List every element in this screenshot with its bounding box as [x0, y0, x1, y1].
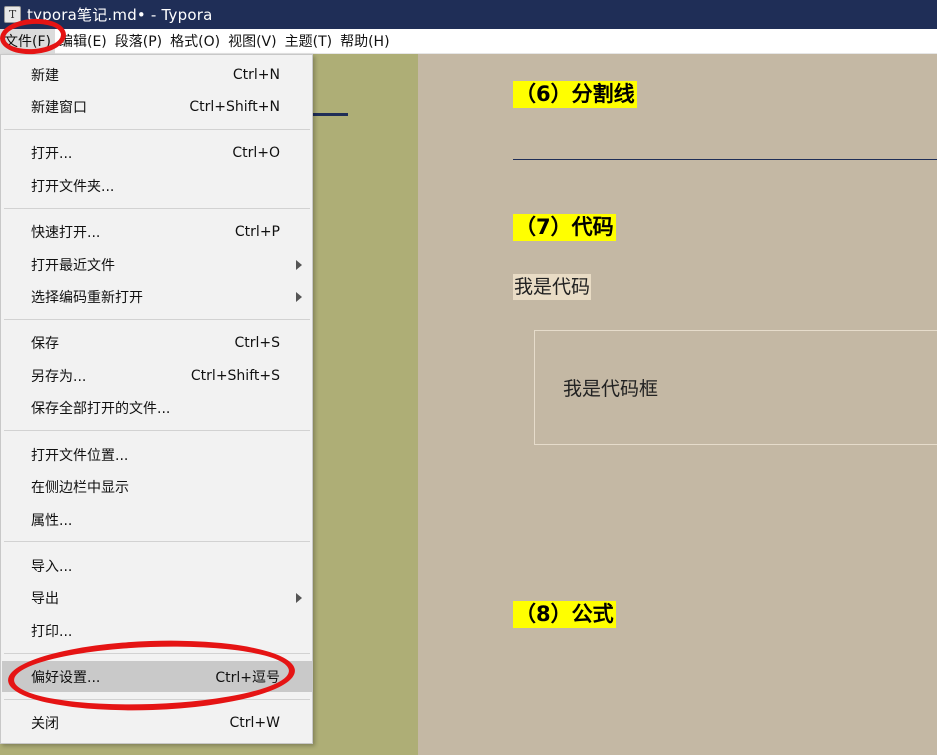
menu-paragraph[interactable]: 段落(P)	[111, 29, 166, 54]
menu-separator	[4, 430, 310, 431]
menu-item-label: 保存全部打开的文件...	[31, 400, 171, 417]
menu-item-label: 在侧边栏中显示	[31, 479, 129, 496]
menu-item-new[interactable]: 新建 Ctrl+N	[2, 59, 312, 90]
horizontal-rule	[513, 159, 937, 160]
menu-item-properties[interactable]: 属性...	[2, 504, 312, 535]
menu-item-label: 关闭	[31, 715, 59, 732]
menu-item-label: 选择编码重新打开	[31, 289, 143, 306]
menu-item-label: 新建窗口	[31, 99, 87, 116]
menu-separator	[4, 541, 310, 542]
code-block-text: 我是代码框	[563, 378, 659, 400]
menu-item-label: 保存	[31, 335, 59, 352]
menu-separator	[4, 208, 310, 209]
menu-item-open-folder[interactable]: 打开文件夹...	[2, 170, 312, 201]
title-bar: T typora笔记.md• - Typora	[0, 0, 937, 29]
menu-item-open-file-location[interactable]: 打开文件位置...	[2, 439, 312, 470]
menu-item-label: 打开文件位置...	[31, 447, 129, 464]
heading-formula-section[interactable]: （8）公式	[513, 601, 616, 628]
menu-item-shortcut: Ctrl+O	[232, 144, 280, 161]
menu-item-label: 另存为...	[31, 368, 87, 385]
menu-item-open[interactable]: 打开... Ctrl+O	[2, 137, 312, 168]
menu-separator	[4, 319, 310, 320]
menu-help[interactable]: 帮助(H)	[336, 29, 393, 54]
menu-item-import[interactable]: 导入...	[2, 550, 312, 581]
menu-item-shortcut: Ctrl+N	[232, 66, 280, 83]
menu-item-quick-open[interactable]: 快速打开... Ctrl+P	[2, 216, 312, 247]
heading-divider-section[interactable]: （6）分割线	[513, 81, 637, 108]
menu-item-shortcut: Ctrl+W	[229, 714, 280, 731]
menu-item-save[interactable]: 保存 Ctrl+S	[2, 327, 312, 358]
inline-code[interactable]: 我是代码	[513, 274, 592, 300]
menu-item-label: 属性...	[31, 512, 73, 529]
menu-separator	[4, 129, 310, 130]
menu-item-close[interactable]: 关闭 Ctrl+W	[2, 707, 312, 738]
menu-item-label: 打开...	[31, 145, 73, 162]
submenu-arrow-icon	[296, 592, 302, 603]
menu-item-shortcut: Ctrl+Shift+S	[190, 367, 280, 384]
sidebar-divider-line	[312, 113, 348, 116]
menu-item-label: 快速打开...	[31, 224, 101, 241]
menu-item-save-all[interactable]: 保存全部打开的文件...	[2, 392, 312, 423]
menu-item-open-recent[interactable]: 打开最近文件	[2, 249, 312, 280]
menu-item-shortcut: Ctrl+P	[234, 223, 280, 240]
menu-theme[interactable]: 主题(T)	[281, 29, 336, 54]
menu-item-label: 打开文件夹...	[31, 178, 115, 195]
menu-item-reveal-in-sidebar[interactable]: 在侧边栏中显示	[2, 471, 312, 502]
menu-item-export[interactable]: 导出	[2, 582, 312, 613]
menu-item-new-window[interactable]: 新建窗口 Ctrl+Shift+N	[2, 91, 312, 122]
heading-code-section[interactable]: （7）代码	[513, 214, 616, 241]
menu-format[interactable]: 格式(O)	[166, 29, 224, 54]
menu-item-save-as[interactable]: 另存为... Ctrl+Shift+S	[2, 360, 312, 391]
menu-item-label: 新建	[31, 67, 59, 84]
menu-item-shortcut: Ctrl+S	[234, 334, 280, 351]
menu-item-label: 导出	[31, 590, 59, 607]
menu-item-label: 打开最近文件	[31, 257, 115, 274]
menu-item-label: 打印...	[31, 623, 73, 640]
code-block[interactable]: 我是代码框	[534, 330, 937, 445]
menu-view[interactable]: 视图(V)	[224, 29, 281, 54]
menu-item-shortcut: Ctrl+Shift+N	[189, 98, 280, 115]
menu-bar: 文件(F) 编辑(E) 段落(P) 格式(O) 视图(V) 主题(T) 帮助(H…	[0, 28, 937, 54]
menu-item-reopen-with-encoding[interactable]: 选择编码重新打开	[2, 281, 312, 312]
submenu-arrow-icon	[296, 259, 302, 270]
submenu-arrow-icon	[296, 291, 302, 302]
menu-item-label: 导入...	[31, 558, 73, 575]
